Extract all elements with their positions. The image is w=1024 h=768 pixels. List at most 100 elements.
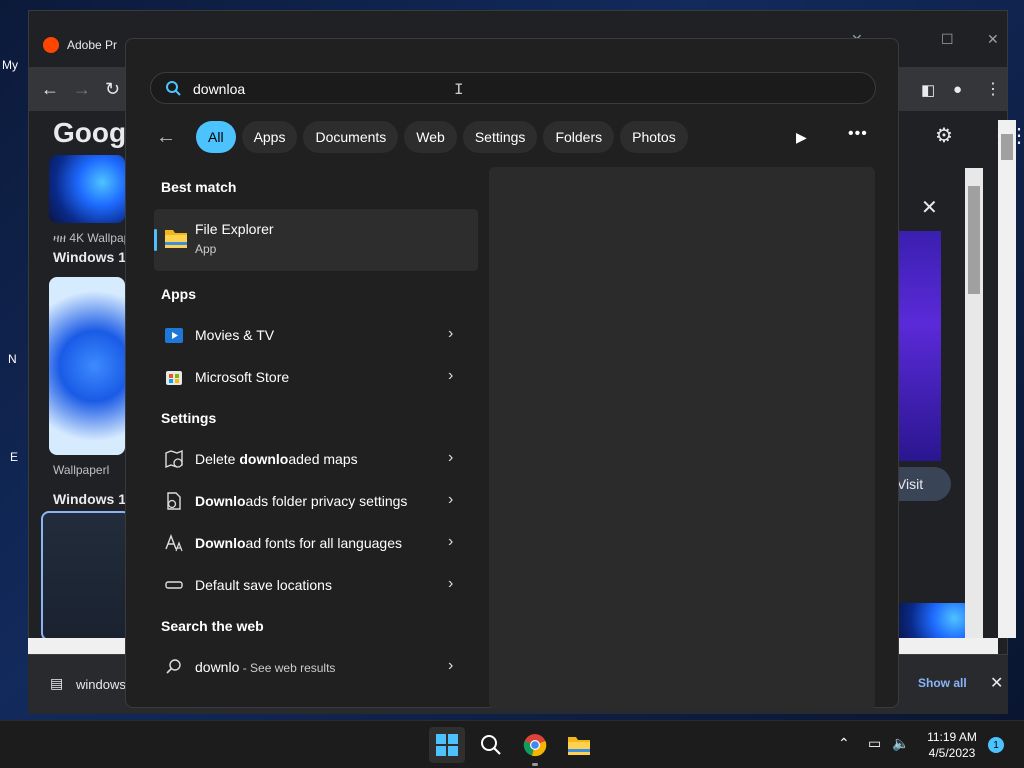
file-explorer-icon (165, 230, 187, 248)
list-item[interactable]: Microsoft Store › (154, 357, 478, 397)
result-caption: Wallpaperl (53, 463, 110, 477)
list-item[interactable]: Delete downloaded maps › (154, 439, 478, 479)
volume-icon[interactable]: 🔈 (892, 735, 909, 752)
web-search-item[interactable]: downlo - See web results › (154, 647, 478, 687)
filter-chip-all[interactable]: All (196, 121, 236, 153)
list-item[interactable]: Default save locations › (154, 565, 478, 605)
maximize-icon[interactable]: ☐ (941, 31, 954, 48)
windows-search-panel: I ← All Apps Documents Web Settings Fold… (125, 38, 899, 709)
search-input[interactable] (193, 77, 853, 101)
result-title[interactable]: Windows 11 (53, 249, 133, 265)
back-arrow-icon[interactable]: ← (156, 126, 184, 149)
result-caption: ዛዘ 4K Wallpap (53, 231, 131, 245)
download-file-name[interactable]: windows (76, 677, 126, 692)
close-window-icon[interactable]: ✕ (987, 31, 999, 48)
clock-date: 4/5/2023 (928, 746, 976, 760)
clock[interactable]: 11:19 AM 4/5/2023 (920, 729, 984, 761)
search-box[interactable]: I (150, 72, 876, 104)
chevron-right-icon[interactable]: › (448, 491, 453, 509)
best-match-subtitle: App (195, 242, 217, 256)
best-match-header: Best match (161, 179, 237, 195)
taskbar-search-button[interactable] (473, 727, 509, 763)
image-thumbnail-selected[interactable] (41, 511, 131, 641)
movies-tv-icon (165, 328, 183, 343)
list-item-label: Download fonts for all languages (195, 535, 402, 551)
drive-icon (165, 581, 183, 589)
list-item[interactable]: Download fonts for all languages › (154, 523, 478, 563)
result-title[interactable]: Windows 11 (53, 491, 133, 507)
network-icon[interactable]: ▭ (868, 735, 881, 752)
best-match-item[interactable]: File Explorer App (154, 209, 478, 271)
list-item-label: Microsoft Store (195, 369, 290, 385)
map-download-icon (165, 449, 183, 469)
reload-icon[interactable]: ↻ (105, 79, 120, 100)
windows-logo-icon (436, 734, 458, 756)
list-item-label: Default save locations (195, 577, 332, 593)
filter-chip-photos[interactable]: Photos (620, 121, 688, 153)
search-web-header: Search the web (161, 618, 264, 634)
chevron-right-icon[interactable]: › (448, 533, 453, 551)
running-indicator (532, 763, 538, 766)
file-icon: ▤ (50, 675, 64, 691)
scrollbar[interactable] (965, 168, 983, 638)
gear-icon[interactable]: ⚙ (935, 123, 953, 148)
browser-tab[interactable]: Adobe Pr (43, 37, 117, 53)
list-item[interactable]: Movies & TV › (154, 315, 478, 355)
chevron-right-icon[interactable]: › (448, 367, 453, 385)
image-thumbnail[interactable] (49, 277, 125, 455)
search-icon (166, 81, 181, 96)
desktop-icon-label[interactable]: My (2, 58, 18, 72)
scrollbar-thumb[interactable] (1001, 134, 1013, 160)
settings-header: Settings (161, 410, 217, 426)
search-icon (481, 735, 501, 755)
font-icon (165, 534, 183, 552)
desktop-icon-label[interactable]: N (8, 352, 17, 366)
start-button[interactable] (429, 727, 465, 763)
microsoft-store-icon (166, 371, 182, 385)
filter-chip-apps[interactable]: Apps (241, 121, 298, 153)
page-scrollbar[interactable] (998, 120, 1016, 638)
desktop-icon-label[interactable]: E (10, 450, 18, 464)
reddit-icon (43, 37, 59, 53)
play-icon[interactable]: ▶ (796, 129, 807, 146)
folder-privacy-icon (167, 492, 181, 510)
selection-indicator (154, 229, 157, 251)
filter-bar: ← All Apps Documents Web Settings Folder… (156, 121, 688, 153)
clock-time: 11:19 AM (927, 730, 977, 744)
search-icon (166, 659, 181, 674)
apps-header: Apps (161, 286, 196, 302)
more-options-icon[interactable]: ••• (848, 125, 868, 143)
list-item[interactable]: Downloads folder privacy settings › (154, 481, 478, 521)
chrome-taskbar-button[interactable] (517, 727, 553, 763)
show-all-link[interactable]: Show all (918, 676, 967, 690)
filter-chip-settings[interactable]: Settings (462, 121, 538, 153)
chevron-right-icon[interactable]: › (448, 575, 453, 593)
taskbar: ⌃ ▭ 🔈 11:19 AM 4/5/2023 1 (0, 720, 1024, 768)
chevron-right-icon[interactable]: › (448, 657, 453, 675)
file-explorer-icon (568, 737, 590, 755)
back-arrow-icon[interactable]: ← (41, 79, 59, 100)
kebab-menu-icon[interactable]: ⋮ (985, 79, 1001, 99)
chevron-up-icon[interactable]: ⌃ (838, 735, 850, 752)
filter-chip-web[interactable]: Web (404, 121, 457, 153)
profile-icon[interactable]: ● (953, 81, 962, 98)
chevron-right-icon[interactable]: › (448, 449, 453, 467)
forward-arrow-icon[interactable]: → (73, 79, 91, 100)
filter-chip-folders[interactable]: Folders (543, 121, 615, 153)
close-icon[interactable]: ✕ (921, 195, 938, 220)
filter-chip-documents[interactable]: Documents (303, 121, 399, 153)
file-explorer-taskbar-button[interactable] (561, 727, 597, 763)
preview-image (899, 231, 941, 461)
text-cursor-icon: I (454, 81, 464, 99)
scrollbar-thumb[interactable] (968, 186, 980, 294)
image-thumbnail[interactable] (49, 155, 125, 223)
list-item-label: Delete downloaded maps (195, 451, 358, 467)
close-icon[interactable]: ✕ (990, 673, 1003, 693)
google-logo: Googl (53, 117, 134, 148)
notification-badge[interactable]: 1 (988, 737, 1004, 753)
chevron-right-icon[interactable]: › (448, 325, 453, 343)
sidepanel-icon[interactable]: ◧ (921, 81, 935, 99)
list-item-label: Downloads folder privacy settings (195, 493, 408, 509)
tab-title: Adobe Pr (67, 38, 118, 52)
chrome-icon (523, 734, 547, 757)
